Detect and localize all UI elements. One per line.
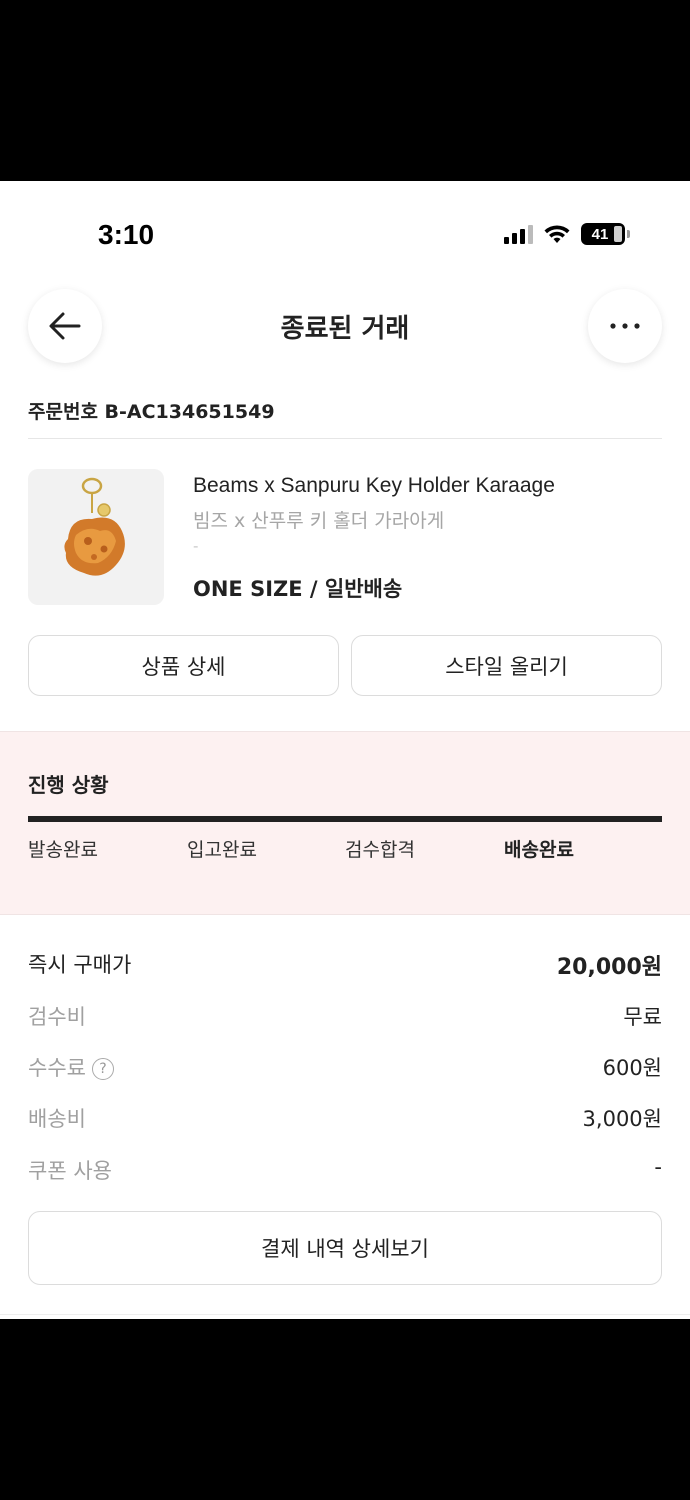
step-shipped: 발송완료 [28,839,98,861]
black-bar-top [0,0,690,181]
shipping-fee-label: 배송비 [28,1107,86,1131]
progress-bar [28,816,662,822]
commission-row: 수수료? [28,1052,114,1082]
progress-title: 진행 상황 [28,773,109,797]
inspection-fee-value: 무료 [623,1005,662,1029]
divider-bottom [0,1314,690,1315]
page-title: 종료된 거래 [280,314,410,344]
status-icons: 41 [504,223,630,245]
inspection-fee-label: 검수비 [28,1005,86,1029]
step-inspection-passed: 검수합격 [345,839,415,861]
instant-price-value: 20,000원 [556,955,662,980]
product-thumbnail[interactable] [28,469,164,605]
more-dots-icon [610,323,640,329]
battery-tip [627,230,630,238]
product-sub: - [193,537,199,555]
shipping-fee-value: 3,000원 [582,1107,662,1131]
step-received: 입고완료 [187,839,257,861]
product-name: Beams x Sanpuru Key Holder Karaage [193,474,555,497]
step-delivered: 배송완료 [504,839,574,861]
instant-price-label: 즉시 구매가 [28,953,132,977]
screen: 3:10 41 종료된 거래 주문번호 B-AC134651549 Beams … [0,181,690,1319]
status-time: 3:10 [98,219,155,250]
black-bar-bottom [0,1319,690,1500]
progress-section: 진행 상황 발송완료 입고완료 검수합격 배송완료 [0,731,690,915]
question-circle-icon[interactable]: ? [91,1058,114,1080]
battery-level: 41 [591,225,609,243]
upload-style-button[interactable]: 스타일 올리기 [351,635,662,696]
product-name-korean: 빔즈 x 산푸루 키 홀더 가라아게 [193,510,445,532]
payment-details-button[interactable]: 결제 내역 상세보기 [28,1211,662,1285]
commission-label: 수수료 [28,1056,86,1080]
more-button[interactable] [588,289,662,363]
cellular-signal-icon [504,224,533,244]
order-number: 주문번호 B-AC134651549 [28,401,275,423]
wifi-icon [544,225,570,243]
divider [28,438,662,439]
commission-value: 600원 [602,1056,662,1080]
coupon-value: - [654,1155,662,1179]
karaage-keychain-image [64,477,125,576]
product-option: ONE SIZE / 일반배송 [193,577,403,601]
product-detail-button[interactable]: 상품 상세 [28,635,339,696]
coupon-label: 쿠폰 사용 [28,1159,112,1183]
battery-icon: 41 [581,223,625,245]
